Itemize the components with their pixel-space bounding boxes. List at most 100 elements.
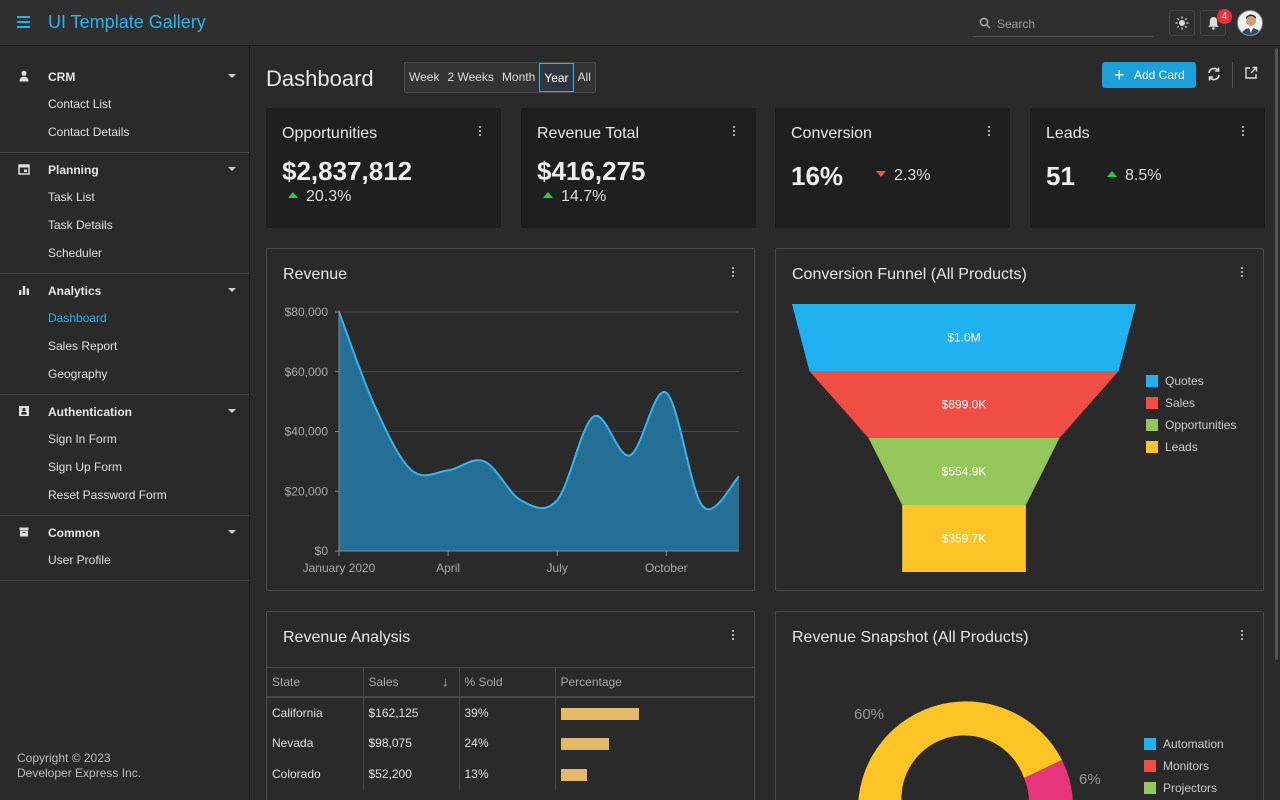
box-icon bbox=[19, 527, 29, 537]
kpi-delta: 2.3% bbox=[876, 167, 930, 185]
page-title: Dashboard bbox=[266, 66, 374, 91]
kpi-value: $416,275 bbox=[537, 156, 646, 186]
sidebar-group-crm: CRM Contact List Contact Details bbox=[0, 60, 249, 153]
sidebar-item-task-details[interactable]: Task Details bbox=[0, 211, 249, 239]
sidebar-item-sign-in-form[interactable]: Sign In Form bbox=[0, 425, 249, 453]
notifications-button[interactable]: 4 bbox=[1200, 9, 1232, 36]
cell-sold: 24% bbox=[459, 727, 556, 759]
person-icon bbox=[19, 70, 29, 82]
sidebar-item-reset-password-form[interactable]: Reset Password Form bbox=[0, 481, 249, 509]
table-row[interactable]: Nevada $98,075 24% bbox=[267, 727, 754, 759]
sun-icon bbox=[1175, 16, 1189, 30]
legend-label: Monitors bbox=[1163, 759, 1210, 773]
search-input[interactable] bbox=[997, 15, 1147, 33]
refresh-icon[interactable] bbox=[1206, 66, 1222, 82]
sidebar-item-user-profile[interactable]: User Profile bbox=[0, 546, 249, 574]
more-options-icon[interactable] bbox=[731, 125, 737, 139]
sidebar-item-contact-details[interactable]: Contact Details bbox=[0, 118, 249, 146]
toolbar-divider bbox=[1232, 62, 1233, 88]
app-title: UI Template Gallery bbox=[48, 12, 206, 32]
revenue-area-chart: $0 $20,000 $40,000 $60,000 $80,000 January 20… bbox=[285, 305, 740, 575]
kpi-title: Conversion bbox=[791, 125, 872, 142]
sidebar-group-authentication: Authentication Sign In Form Sign Up Form… bbox=[0, 395, 249, 516]
sidebar-item-sign-up-form[interactable]: Sign Up Form bbox=[0, 453, 249, 481]
vertical-scrollbar[interactable] bbox=[1275, 48, 1278, 660]
plus-icon: + bbox=[1114, 65, 1125, 85]
percentage-bar bbox=[560, 769, 587, 781]
percentage-bar bbox=[560, 738, 609, 750]
legend-swatch bbox=[1144, 738, 1156, 750]
chevron-down-icon[interactable] bbox=[228, 167, 236, 171]
column-header-sold[interactable]: % Sold bbox=[459, 667, 556, 698]
kpi-title: Leads bbox=[1046, 125, 1090, 142]
percentage-bar bbox=[560, 707, 639, 720]
cell-state: California bbox=[267, 696, 364, 728]
sidebar-item-scheduler[interactable]: Scheduler bbox=[0, 239, 249, 267]
sidebar-item-contact-list[interactable]: Contact List bbox=[0, 90, 249, 118]
company-name: Developer Express Inc. bbox=[17, 766, 142, 780]
donut-label-6: 6% bbox=[1079, 771, 1101, 788]
sidebar-group-header-planning[interactable]: Planning bbox=[0, 155, 249, 183]
legend-swatch bbox=[1146, 375, 1158, 387]
calendar-icon bbox=[18, 164, 30, 175]
sidebar-group-header-common[interactable]: Common bbox=[0, 518, 249, 546]
search-icon bbox=[979, 17, 991, 29]
chevron-down-icon[interactable] bbox=[228, 409, 236, 413]
sidebar-item-sales-report[interactable]: Sales Report bbox=[0, 332, 249, 360]
kpi-title: Revenue Total bbox=[537, 125, 639, 142]
avatar[interactable] bbox=[1237, 10, 1263, 36]
sidebar-group-header-crm[interactable]: CRM bbox=[0, 62, 249, 90]
range-month[interactable]: Month bbox=[498, 63, 539, 92]
range-all[interactable]: All bbox=[574, 63, 595, 92]
sidebar-group-common: Common User Profile bbox=[0, 516, 249, 581]
more-options-icon[interactable] bbox=[730, 629, 736, 643]
chevron-down-icon[interactable] bbox=[228, 530, 236, 534]
column-header-state[interactable]: State bbox=[267, 667, 364, 698]
range-week[interactable]: Week bbox=[405, 63, 443, 92]
table-row[interactable]: Colorado $52,200 13% bbox=[267, 758, 754, 790]
kpi-delta-value: 2.3% bbox=[894, 167, 931, 184]
sidebar-group-label: Common bbox=[48, 526, 100, 540]
column-header-percentage[interactable]: Percentage bbox=[555, 667, 754, 698]
search-box[interactable] bbox=[973, 11, 1153, 37]
sidebar-item-dashboard[interactable]: Dashboard bbox=[0, 304, 249, 332]
date-range-selector: Week 2 Weeks Month Year All bbox=[404, 62, 596, 93]
add-card-button[interactable]: + Add Card bbox=[1102, 62, 1196, 88]
more-options-icon[interactable] bbox=[477, 125, 483, 139]
revenue-card: Revenue $0 $20,000 $40,000 $60,000 $80,000 Ja… bbox=[266, 248, 755, 591]
sidebar-group-header-authentication[interactable]: Authentication bbox=[0, 397, 249, 425]
kpi-delta-value: 14.7% bbox=[561, 188, 607, 205]
sidebar-item-geography[interactable]: Geography bbox=[0, 360, 249, 388]
export-icon[interactable] bbox=[1244, 66, 1258, 80]
column-header-sales[interactable]: Sales ↓ bbox=[363, 667, 460, 698]
kpi-delta: 14.7% bbox=[543, 188, 606, 206]
range-year[interactable]: Year bbox=[539, 63, 574, 92]
kpi-delta: 20.3% bbox=[288, 188, 351, 206]
cell-sales: $162,125 bbox=[363, 696, 460, 728]
arrow-down-icon bbox=[876, 171, 886, 177]
legend-label: Sales bbox=[1165, 396, 1196, 410]
copyright: Copyright © 2023 Developer Express Inc. bbox=[17, 751, 141, 781]
theme-toggle-button[interactable] bbox=[1169, 10, 1195, 36]
sidebar-item-task-list[interactable]: Task List bbox=[0, 183, 249, 211]
more-options-icon[interactable] bbox=[1240, 125, 1246, 139]
legend-label: Quotes bbox=[1165, 374, 1204, 388]
chevron-down-icon[interactable] bbox=[228, 288, 236, 292]
sidebar-group-label: CRM bbox=[48, 70, 76, 84]
table-row[interactable]: California $162,125 39% bbox=[267, 696, 754, 728]
donut-label-60: 60% bbox=[854, 706, 884, 723]
top-bar: UI Template Gallery 4 bbox=[0, 0, 1280, 46]
card-title: Revenue Analysis bbox=[283, 629, 411, 646]
funnel-value-label: $899.0K bbox=[942, 398, 987, 412]
chevron-down-icon[interactable] bbox=[228, 74, 236, 78]
more-options-icon[interactable] bbox=[986, 125, 992, 139]
cell-state: Colorado bbox=[267, 758, 364, 790]
revenue-analysis-card: Revenue Analysis State Sales ↓ % Sold Per… bbox=[266, 611, 755, 800]
legend-swatch bbox=[1146, 397, 1158, 409]
kpi-card-opportunities: Opportunities $2,837,812 20.3% bbox=[266, 108, 501, 228]
menu-icon[interactable] bbox=[14, 13, 34, 33]
funnel-value-label: $554.9K bbox=[942, 465, 987, 479]
revenue-analysis-table: State Sales ↓ % Sold Percentage Californi… bbox=[267, 667, 754, 790]
sidebar-group-header-analytics[interactable]: Analytics bbox=[0, 276, 249, 304]
range-2-weeks[interactable]: 2 Weeks bbox=[443, 63, 497, 92]
